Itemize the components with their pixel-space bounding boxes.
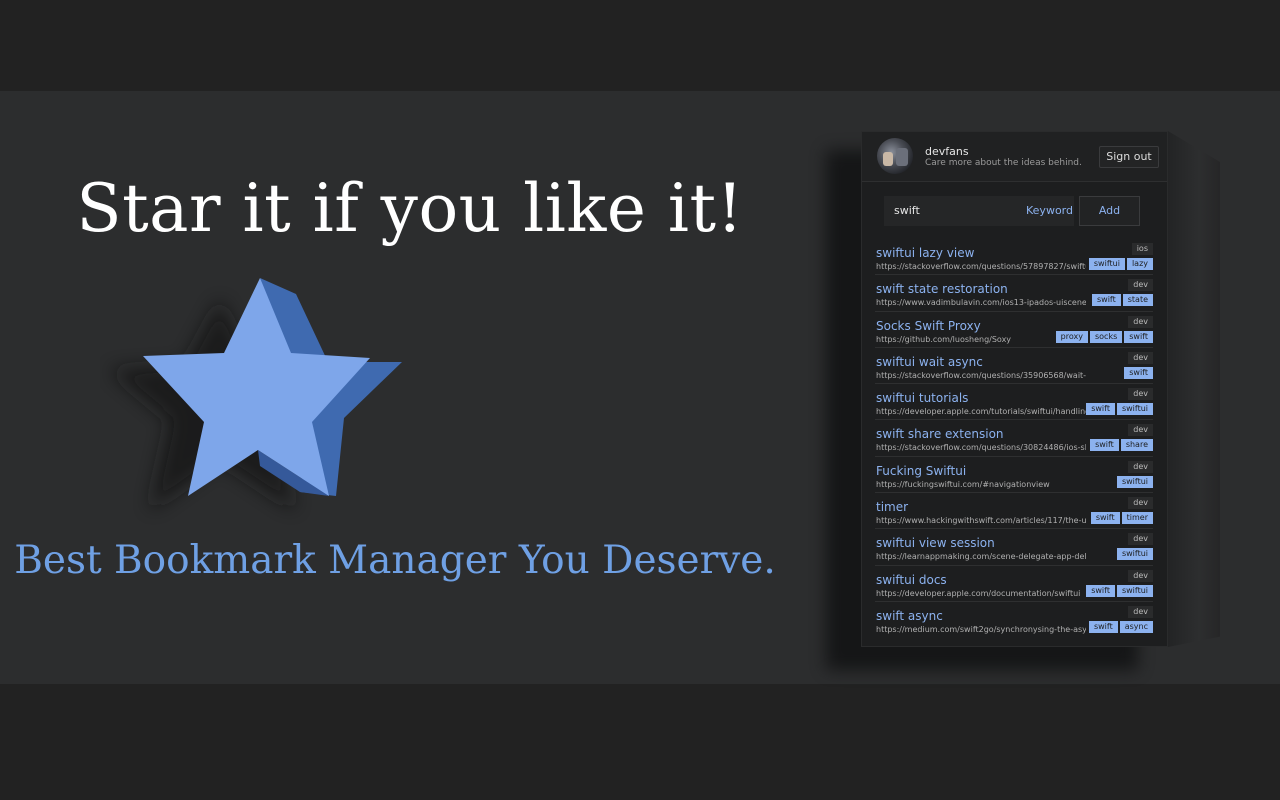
bookmark-title[interactable]: swiftui view session xyxy=(876,536,995,550)
bookmark-tags: swift async xyxy=(1088,620,1153,633)
bookmark-url: https://stackoverflow.com/questions/3082… xyxy=(876,443,1086,453)
bookmark-category[interactable]: dev xyxy=(1128,569,1153,582)
promo-stage: Star it if you like it! Best Bookmark Ma… xyxy=(0,0,1280,800)
add-button[interactable]: Add xyxy=(1079,196,1140,226)
bookmark-category[interactable]: dev xyxy=(1128,497,1153,510)
bookmark-tags: swift swiftui xyxy=(1086,584,1153,597)
tag[interactable]: proxy xyxy=(1055,330,1088,343)
tag[interactable]: swift xyxy=(1090,439,1119,452)
list-item[interactable]: timer https://www.hackingwithswift.com/a… xyxy=(875,493,1153,530)
bookmark-category[interactable]: dev xyxy=(1128,533,1153,546)
bookmark-url: https://medium.com/swift2go/synchronysin… xyxy=(876,624,1086,634)
bookmark-url: https://fuckingswiftui.com/#navigationvi… xyxy=(876,479,1050,489)
bookmark-url: https://stackoverflow.com/questions/5789… xyxy=(876,262,1086,271)
bookmark-tags: swift state xyxy=(1091,294,1153,307)
list-item[interactable]: swift async https://medium.com/swift2go/… xyxy=(875,602,1153,638)
list-item[interactable]: swift state restoration https://www.vadi… xyxy=(875,275,1153,312)
bookmark-title[interactable]: swift async xyxy=(876,609,943,623)
bookmark-title[interactable]: swift state restoration xyxy=(876,282,1008,296)
bookmark-title[interactable]: Fucking Swiftui xyxy=(876,464,966,478)
bookmark-category[interactable]: ios xyxy=(1131,243,1153,255)
bookmark-tags: swift swiftui xyxy=(1086,403,1153,416)
avatar[interactable] xyxy=(877,138,913,174)
bookmark-title[interactable]: swift share extension xyxy=(876,427,1004,441)
bookmark-url: https://github.com/luosheng/Soxy xyxy=(876,334,1012,344)
bookmark-url: https://www.hackingwithswift.com/article… xyxy=(876,516,1086,526)
tag[interactable]: swiftui xyxy=(1116,548,1153,561)
bookmark-category[interactable]: dev xyxy=(1128,351,1153,364)
tag[interactable]: lazy xyxy=(1126,258,1153,270)
list-item[interactable]: swiftui lazy view https://stackoverflow.… xyxy=(875,239,1153,276)
bookmark-tags: proxy socks swift xyxy=(1055,330,1153,343)
bookmark-title[interactable]: timer xyxy=(876,500,908,514)
popup-header: devfans Care more about the ideas behind… xyxy=(862,132,1167,182)
bookmark-url: https://developer.apple.com/documentatio… xyxy=(876,588,1081,598)
search-row: swift Keyword Add xyxy=(884,196,1140,226)
tag[interactable]: swift xyxy=(1091,294,1121,307)
tag[interactable]: swift xyxy=(1086,584,1115,597)
bookmark-title[interactable]: Socks Swift Proxy xyxy=(876,319,981,333)
bookmark-category[interactable]: dev xyxy=(1128,279,1153,292)
tag[interactable]: swift xyxy=(1124,330,1153,343)
tag[interactable]: swift xyxy=(1090,512,1120,525)
star-icon xyxy=(100,270,420,530)
tag[interactable]: state xyxy=(1122,294,1153,307)
bookmark-category[interactable]: dev xyxy=(1128,388,1153,401)
bookmark-tags: swift share xyxy=(1090,439,1153,452)
list-item[interactable]: Fucking Swiftui https://fuckingswiftui.c… xyxy=(875,457,1153,494)
bookmark-category[interactable]: dev xyxy=(1128,460,1153,473)
tag[interactable]: swiftui xyxy=(1088,258,1125,270)
list-item[interactable]: swiftui wait async https://stackoverflow… xyxy=(875,348,1153,385)
bookmark-title[interactable]: swiftui wait async xyxy=(876,355,983,369)
bookmark-category[interactable]: dev xyxy=(1128,315,1153,328)
bookmark-list: swiftui lazy view https://stackoverflow.… xyxy=(875,239,1153,638)
bookmark-tags: swift timer xyxy=(1090,512,1153,525)
bookmark-category[interactable]: dev xyxy=(1128,605,1153,618)
tag[interactable]: swift xyxy=(1086,403,1115,416)
bookmark-url: https://learnappmaking.com/scene-delegat… xyxy=(876,552,1086,562)
bookmark-tags: swift xyxy=(1124,366,1153,379)
bookmark-category[interactable]: dev xyxy=(1128,424,1153,437)
bookmark-title[interactable]: swiftui lazy view xyxy=(876,246,974,260)
bookmark-url: https://www.vadimbulavin.com/ios13-ipado… xyxy=(876,298,1086,308)
list-item[interactable]: swift share extension https://stackoverf… xyxy=(875,420,1153,457)
bookmark-title[interactable]: swiftui tutorials xyxy=(876,391,968,405)
tag[interactable]: socks xyxy=(1089,330,1123,343)
keyword-toggle[interactable]: Keyword xyxy=(1026,204,1073,217)
bookmark-tags: swiftui xyxy=(1116,475,1153,488)
tag[interactable]: swiftui xyxy=(1116,584,1153,597)
tagline: Best Bookmark Manager You Deserve. xyxy=(14,538,776,583)
bookmark-url: https://developer.apple.com/tutorials/sw… xyxy=(876,407,1086,417)
bookmark-tags: swiftui lazy xyxy=(1088,258,1153,270)
sign-out-button[interactable]: Sign out xyxy=(1099,146,1159,168)
tag[interactable]: swift xyxy=(1088,620,1118,633)
tag[interactable]: swift xyxy=(1124,366,1153,379)
tag[interactable]: timer xyxy=(1121,512,1153,525)
tag[interactable]: swiftui xyxy=(1116,475,1153,488)
bookmark-url: https://stackoverflow.com/questions/3590… xyxy=(876,370,1086,380)
bookmark-title[interactable]: swiftui docs xyxy=(876,573,947,587)
bookmark-tags: swiftui xyxy=(1116,548,1153,561)
tag[interactable]: share xyxy=(1120,439,1153,452)
user-motto: Care more about the ideas behind. xyxy=(925,158,1082,168)
bookmark-popup: devfans Care more about the ideas behind… xyxy=(861,131,1168,647)
popup-side-face xyxy=(1168,131,1220,647)
list-item[interactable]: swiftui view session https://learnappmak… xyxy=(875,529,1153,566)
headline: Star it if you like it! xyxy=(76,170,744,247)
tag[interactable]: swiftui xyxy=(1116,403,1153,416)
list-item[interactable]: swiftui tutorials https://developer.appl… xyxy=(875,384,1153,421)
username: devfans xyxy=(925,145,969,158)
list-item[interactable]: swiftui docs https://developer.apple.com… xyxy=(875,566,1153,602)
list-item[interactable]: Socks Swift Proxy https://github.com/luo… xyxy=(875,312,1153,348)
tag[interactable]: async xyxy=(1119,620,1153,633)
